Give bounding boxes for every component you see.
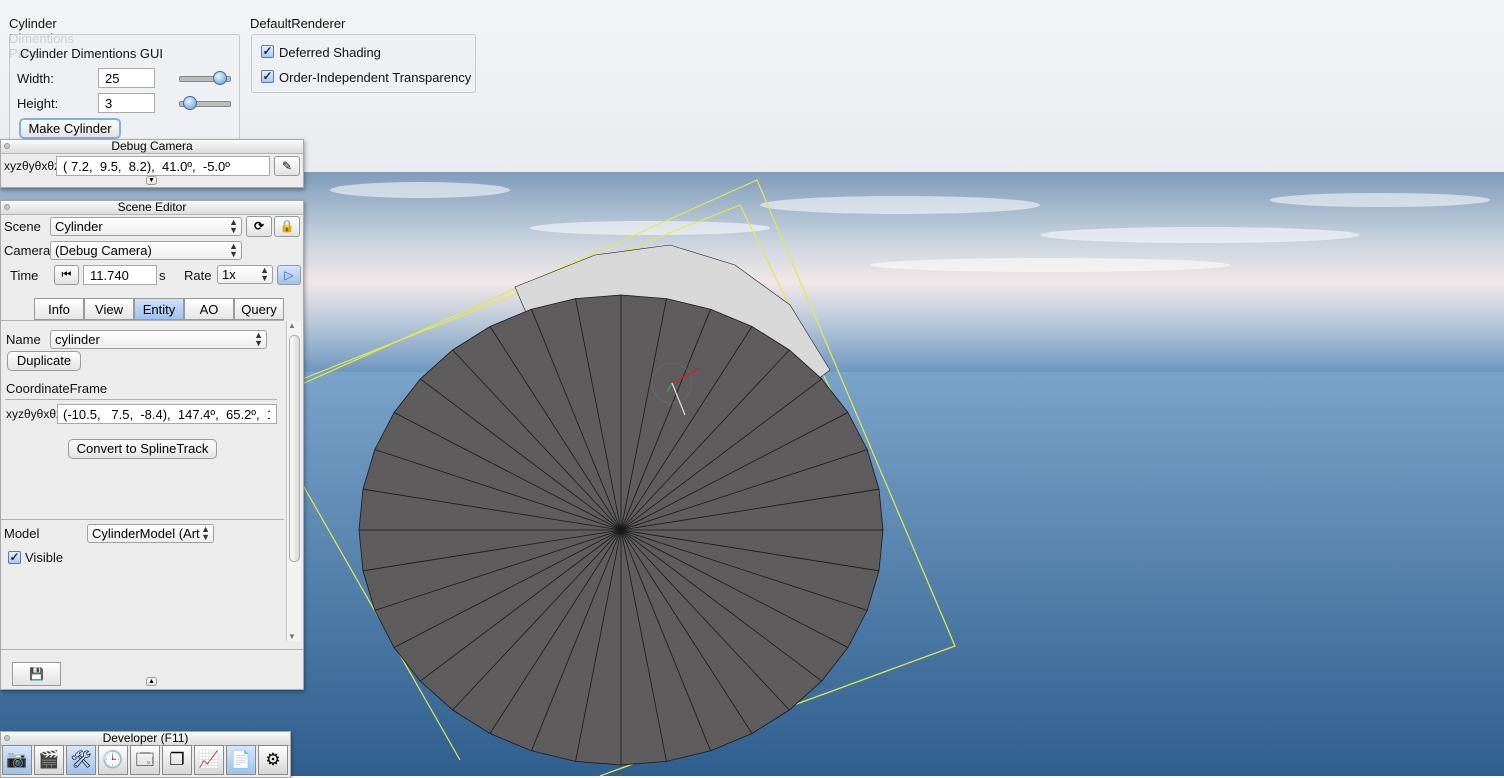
updown-arrow-icon: ▲ ▼	[260, 265, 269, 283]
close-icon[interactable]	[4, 735, 10, 741]
scrollbar-thumb[interactable]	[289, 335, 300, 562]
chevron-down-icon[interactable]: ▼	[146, 176, 157, 185]
updown-arrow-icon: ▲ ▼	[229, 217, 238, 235]
close-icon[interactable]	[4, 143, 10, 149]
updown-arrow-icon: ▲ ▼	[254, 330, 263, 348]
scene-select-value: Cylinder	[55, 219, 103, 234]
rate-select-value: 1x	[222, 267, 236, 282]
scrollbar[interactable]: ▲ ▼	[286, 321, 301, 641]
height-label: Height:	[17, 96, 59, 111]
clock-icon[interactable]: 🕒	[98, 745, 128, 775]
time-label: Time	[10, 268, 39, 283]
window-icon[interactable]: 🗔	[130, 745, 160, 775]
name-select-value: cylinder	[55, 332, 100, 347]
visible-label: Visible	[25, 550, 64, 565]
scene-label: Scene	[4, 219, 41, 234]
scene-editor-titlebar[interactable]: Scene Editor	[1, 201, 303, 215]
camera-xyz-label: xyzθyθxθz	[4, 159, 61, 173]
tab-info[interactable]: Info	[34, 298, 84, 320]
tab-entity[interactable]: Entity	[134, 298, 184, 320]
rewind-icon[interactable]: ⏮	[54, 265, 79, 285]
scene-select[interactable]: Cylinder ▲ ▼	[50, 217, 242, 236]
lock-icon[interactable]: 🔒	[274, 216, 300, 237]
model-select[interactable]: CylinderModel (Art ▲ ▼	[87, 524, 214, 543]
height-field[interactable]	[98, 93, 155, 113]
camera-label: Camera	[4, 243, 51, 258]
camera-frame-field[interactable]	[56, 156, 270, 176]
film-icon[interactable]: 🎬	[34, 745, 64, 775]
name-select[interactable]: cylinder ▲ ▼	[50, 330, 267, 349]
windows-icon[interactable]: ❐	[162, 745, 192, 775]
coordinate-frame-heading: CoordinateFrame	[6, 381, 108, 396]
save-icon[interactable]: 💾	[12, 662, 61, 686]
debug-camera-title: Debug Camera	[111, 139, 193, 153]
entity-frame-field[interactable]	[57, 404, 277, 424]
rate-select[interactable]: 1x ▲ ▼	[217, 265, 273, 284]
oit-label: Order-Independent Transparency	[279, 70, 472, 85]
time-unit: s	[159, 268, 166, 283]
rate-label: Rate	[184, 268, 212, 283]
developer-window: Developer (F11) 📷 🎬 🛠 🕒 🗔 ❐ 📈 📄 ⚙	[0, 731, 291, 778]
gear-icon[interactable]: ⚙	[258, 745, 288, 775]
tools-icon[interactable]: 🛠	[66, 745, 96, 775]
time-field[interactable]	[83, 265, 157, 285]
camera-icon[interactable]: 📷	[2, 745, 32, 775]
height-slider-thumb[interactable]	[182, 96, 197, 110]
scene-editor-title: Scene Editor	[117, 200, 187, 214]
scroll-up-icon[interactable]: ▲	[288, 321, 296, 330]
model-select-value: CylinderModel (Art	[92, 526, 200, 541]
tab-query[interactable]: Query	[234, 298, 284, 320]
tab-bar: Info View Entity AO Query	[34, 298, 284, 320]
reload-icon[interactable]: ⟳	[246, 216, 272, 237]
scroll-down-icon[interactable]: ▼	[288, 632, 296, 641]
debug-camera-titlebar[interactable]: Debug Camera	[1, 140, 303, 154]
developer-titlebar[interactable]: Developer (F11)	[1, 732, 290, 746]
convert-spline-button[interactable]: Convert to SplineTrack	[68, 439, 217, 459]
document-icon[interactable]: 📄	[226, 745, 256, 775]
camera-select[interactable]: (Debug Camera) ▲ ▼	[50, 241, 242, 260]
oit-checkbox[interactable]: ✓	[261, 70, 274, 83]
entity-xyz-label: xyzθyθxθz	[6, 407, 63, 421]
deferred-shading-checkbox[interactable]: ✓	[261, 45, 274, 58]
duplicate-button[interactable]: Duplicate	[7, 351, 81, 371]
tab-ao[interactable]: AO	[184, 298, 234, 320]
name-label: Name	[6, 332, 41, 347]
cylinder-cap	[358, 294, 884, 766]
make-cylinder-button[interactable]: Make Cylinder	[19, 118, 121, 139]
play-icon[interactable]: ▷	[277, 265, 301, 285]
scene-editor-window: Scene Editor Scene Cylinder ▲ ▼ ⟳ 🔒 Camer…	[0, 200, 304, 690]
width-field[interactable]	[98, 68, 155, 88]
chevron-up-icon[interactable]: ▲	[146, 677, 157, 686]
visible-checkbox[interactable]: ✓	[8, 551, 21, 564]
width-label: Width:	[17, 71, 54, 86]
debug-camera-window: Debug Camera xyzθyθxθz ✎ ▼	[0, 139, 304, 188]
group-title: Cylinder Dimentions GUI	[20, 46, 164, 61]
pencil-icon[interactable]: ✎	[274, 156, 300, 176]
updown-arrow-icon: ▲ ▼	[229, 241, 238, 259]
updown-arrow-icon: ▲ ▼	[201, 524, 210, 542]
close-icon[interactable]	[4, 204, 10, 210]
model-label: Model	[4, 526, 40, 541]
camera-select-value: (Debug Camera)	[55, 243, 152, 258]
monitor-icon[interactable]: 📈	[194, 745, 224, 775]
renderer-title: DefaultRenderer	[250, 16, 346, 31]
tab-view[interactable]: View	[84, 298, 134, 320]
developer-title: Developer (F11)	[102, 731, 189, 745]
deferred-shading-label: Deferred Shading	[279, 45, 381, 60]
